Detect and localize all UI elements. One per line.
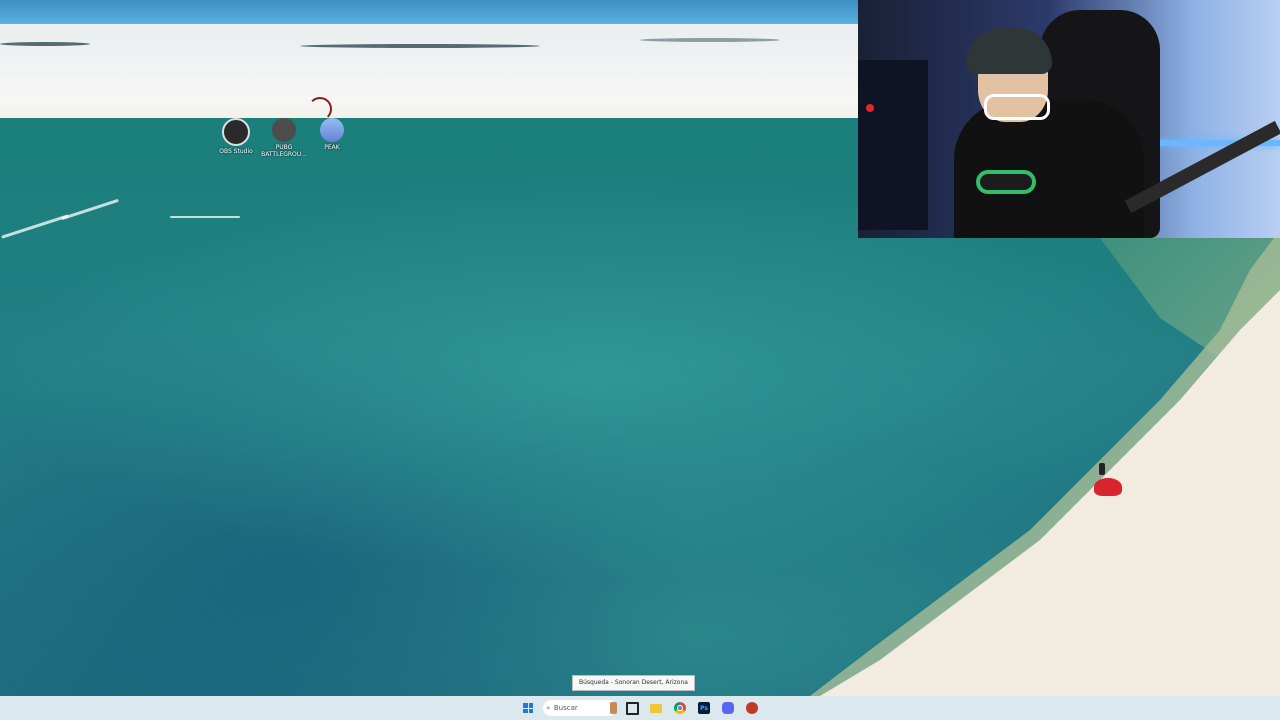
search-icon	[547, 706, 550, 710]
wave-foam	[170, 216, 240, 218]
desktop-icon-label: PEAK	[324, 144, 340, 151]
desktop-icon-label: PUBG BATTLEGROU...	[261, 144, 307, 158]
desktop-icon-label: OBS Studio	[219, 148, 253, 155]
dune-shadow	[640, 38, 780, 42]
photoshop-button[interactable]: Ps	[695, 699, 713, 717]
task-view-button[interactable]	[623, 699, 641, 717]
desktop-icons: OBS Studio PUBG BATTLEGROU... PEAK	[214, 118, 354, 158]
desktop-icon-peak[interactable]: PEAK	[310, 118, 354, 158]
windows-start-icon	[523, 703, 533, 713]
webcam-streamer-cap	[966, 28, 1052, 74]
chrome-button[interactable]	[671, 699, 689, 717]
search-input[interactable]	[553, 704, 606, 712]
app-icon	[746, 702, 758, 714]
folder-icon	[650, 703, 662, 713]
peak-icon	[320, 118, 344, 142]
webcam-red-light	[866, 104, 874, 112]
wallpaper-sky	[0, 0, 860, 24]
desktop-icon-obs[interactable]: OBS Studio	[214, 118, 258, 158]
search-tooltip: Búsqueda - Sonoran Desert, Arizona	[572, 675, 695, 691]
file-explorer-button[interactable]	[647, 699, 665, 717]
webcam-streamer-body	[954, 100, 1144, 238]
taskbar-search[interactable]	[543, 700, 617, 716]
beach-umbrella	[1094, 478, 1122, 496]
app-button[interactable]	[743, 699, 761, 717]
webcam-microphone	[976, 170, 1036, 194]
discord-button[interactable]	[719, 699, 737, 717]
webcam-streamer-glasses	[984, 94, 1050, 120]
webcam-shelf	[858, 60, 928, 230]
chrome-icon	[674, 702, 686, 714]
task-view-icon	[625, 701, 639, 715]
obs-icon	[222, 118, 250, 146]
beach-person	[1099, 463, 1105, 475]
webcam-overlay	[858, 0, 1280, 238]
start-button[interactable]	[519, 699, 537, 717]
dune-shadow	[0, 42, 90, 46]
discord-icon	[722, 702, 734, 714]
dune-shadow	[300, 44, 540, 48]
pubg-icon	[272, 118, 296, 142]
taskbar: Ps	[0, 696, 1280, 720]
photoshop-icon: Ps	[698, 702, 710, 714]
desktop-icon-pubg[interactable]: PUBG BATTLEGROU...	[261, 118, 307, 158]
widgets-icon	[609, 702, 617, 714]
